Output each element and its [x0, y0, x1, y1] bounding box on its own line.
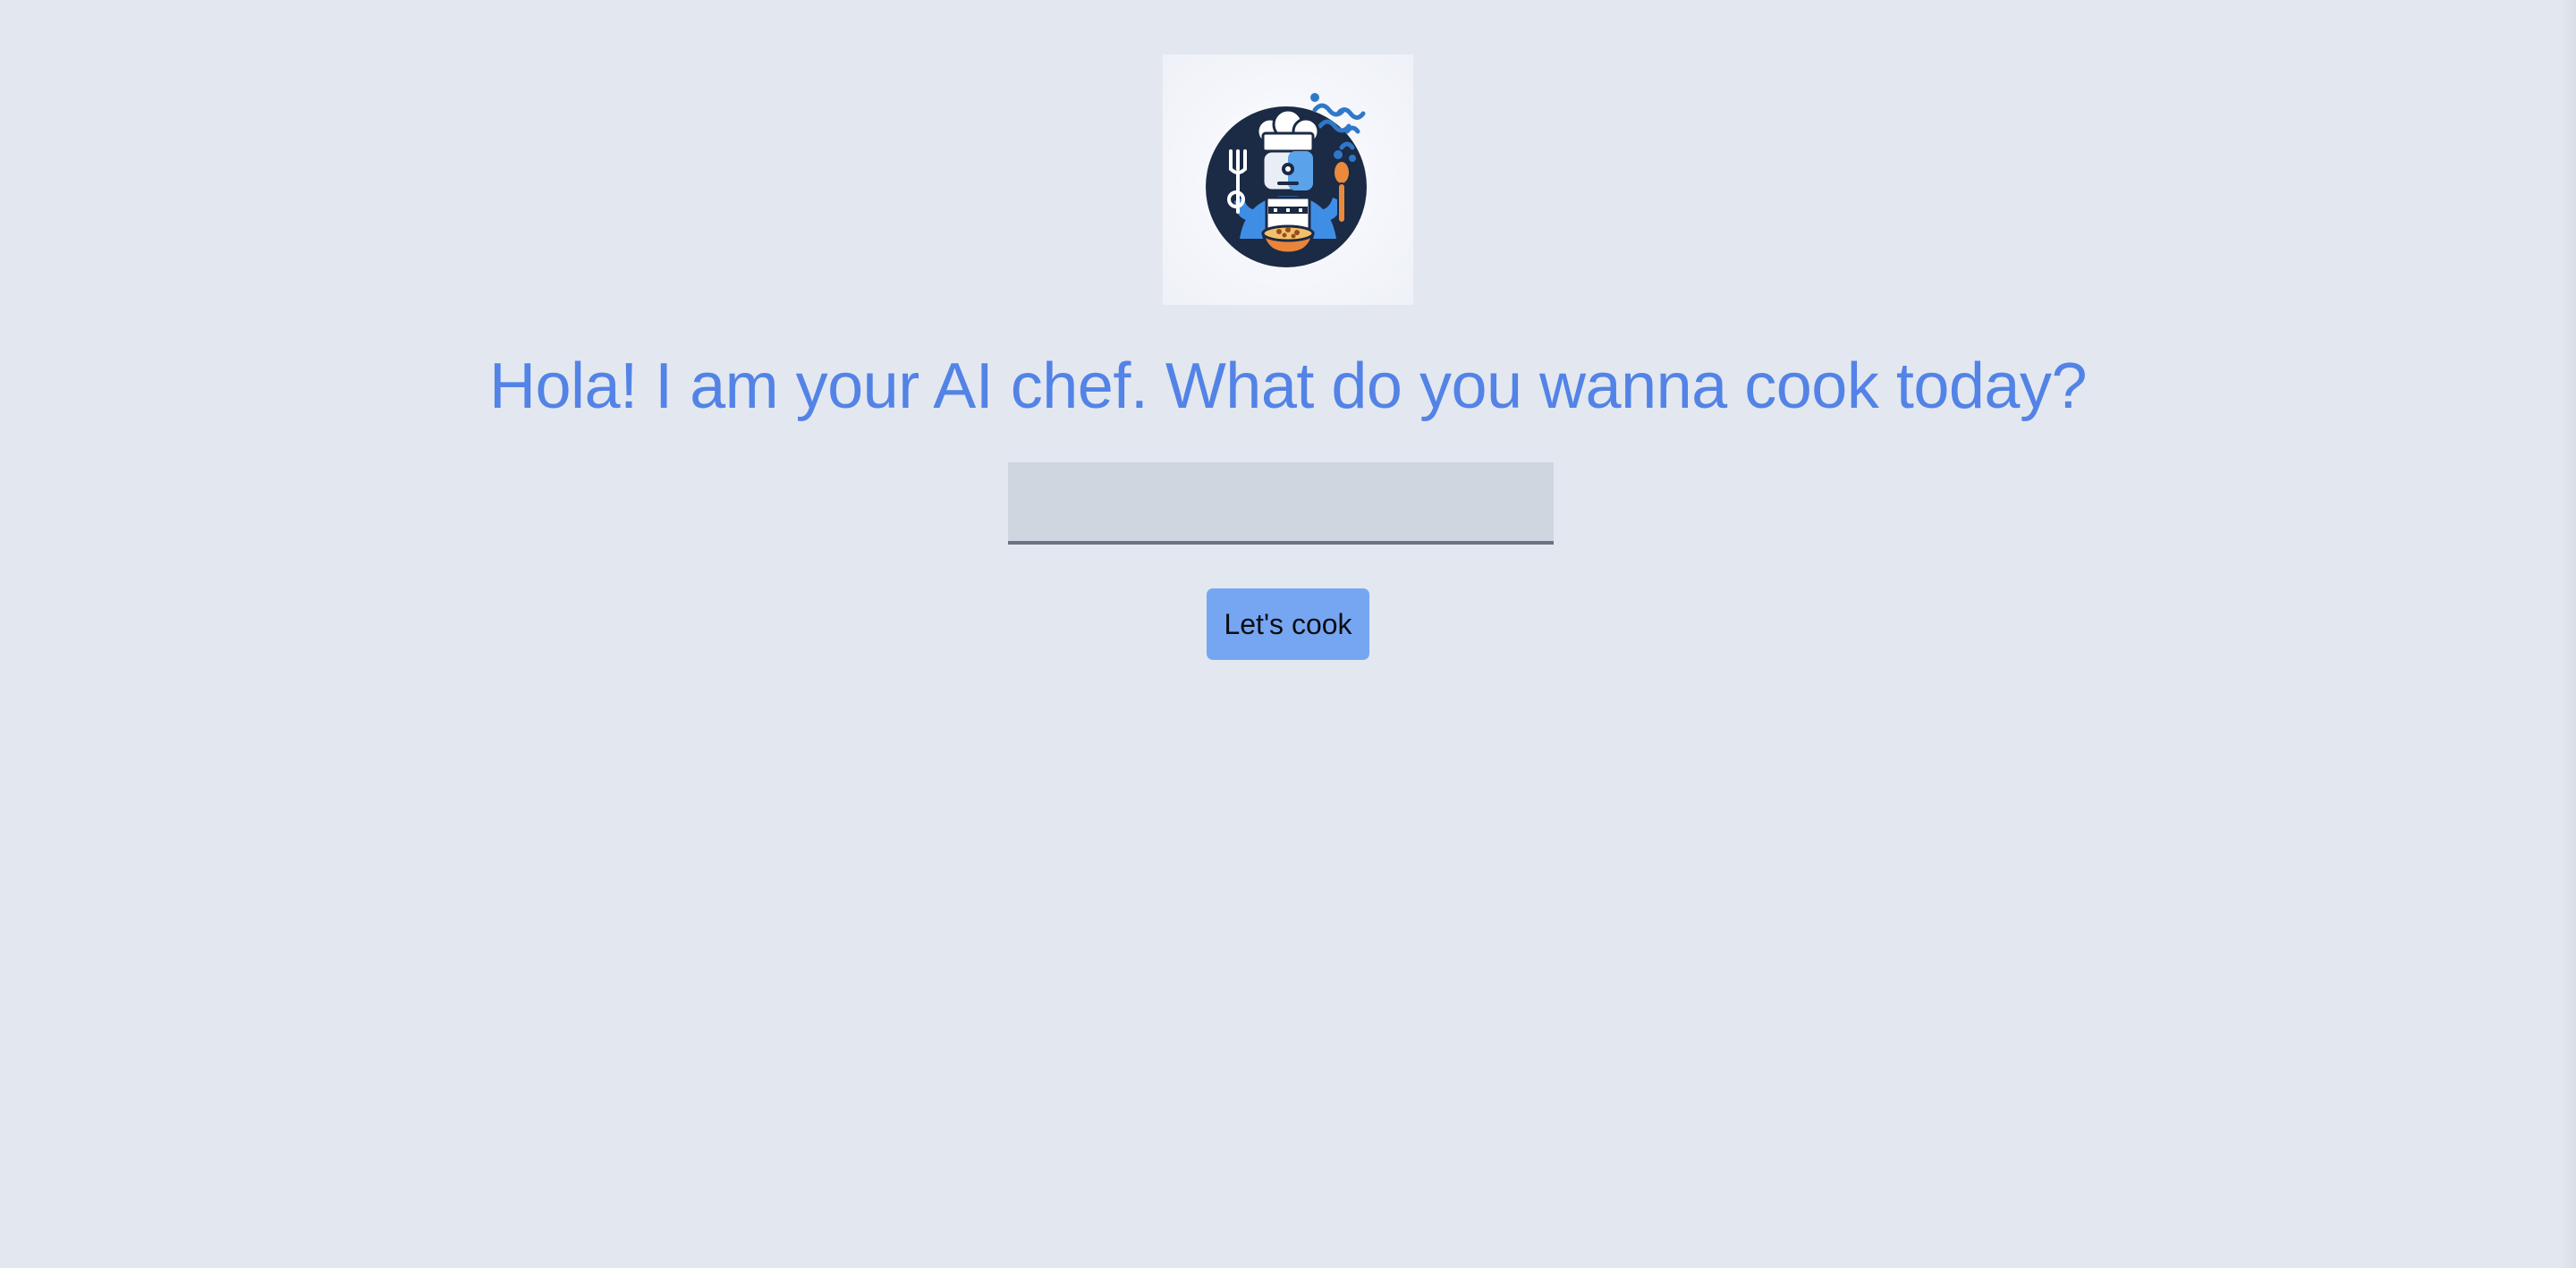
- page-title: Hola! I am your AI chef. What do you wan…: [488, 351, 2088, 422]
- ai-chef-robot-logo-icon: [1206, 93, 1367, 267]
- scrollbar-track[interactable]: [2560, 0, 2576, 1268]
- dish-input[interactable]: [1008, 462, 1554, 545]
- page: Hola! I am your AI chef. What do you wan…: [0, 0, 2576, 1268]
- ai-chef-logo: [1163, 55, 1413, 305]
- lets-cook-button[interactable]: Let's cook: [1207, 588, 1369, 660]
